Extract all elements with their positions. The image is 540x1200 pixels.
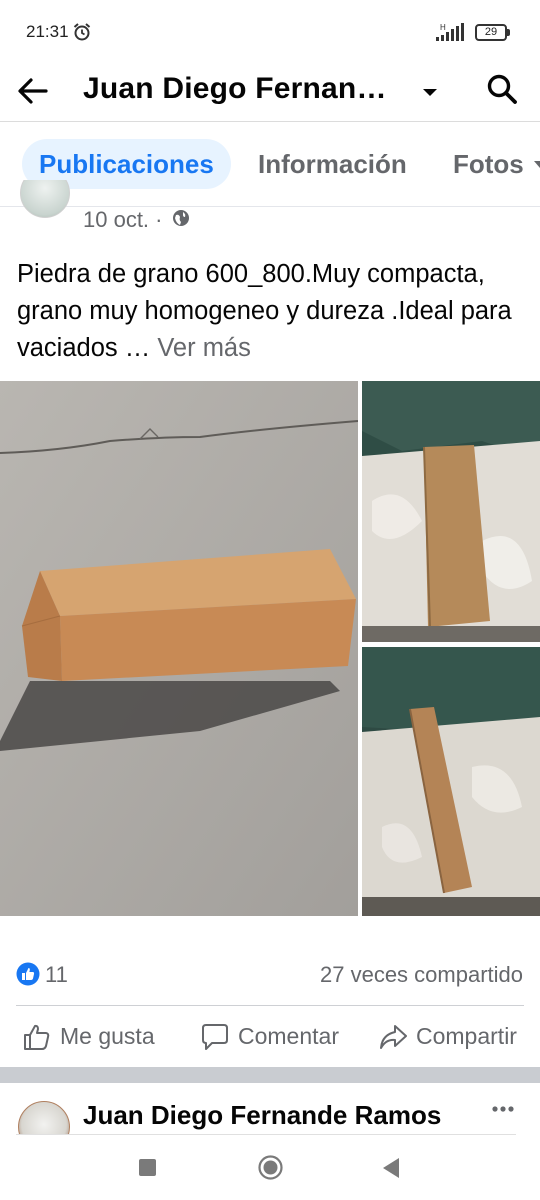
divider xyxy=(16,1005,524,1006)
like-badge-icon[interactable] xyxy=(16,962,40,986)
feed-separator xyxy=(0,1067,540,1083)
dropdown-caret-icon[interactable] xyxy=(420,82,440,102)
page-tabs: Publicaciones Información Fotos xyxy=(0,123,540,207)
home-button[interactable] xyxy=(258,1155,283,1180)
battery-level: 29 xyxy=(475,24,507,41)
next-post-author[interactable]: Juan Diego Fernande Ramos xyxy=(83,1100,441,1131)
nav-back-button[interactable] xyxy=(381,1157,401,1179)
post-timestamp[interactable]: 10 oct. · xyxy=(83,207,162,233)
stone-bar-photo xyxy=(362,381,540,642)
comment-label: Comentar xyxy=(238,1023,339,1049)
status-bar: 21:31 H 29 xyxy=(0,0,540,62)
comment-button[interactable]: Comentar xyxy=(200,1020,360,1054)
battery-tip xyxy=(507,29,510,36)
page-title: Juan Diego Fernande... xyxy=(83,72,403,105)
globe-icon xyxy=(173,210,189,226)
share-label: Compartir xyxy=(416,1023,517,1049)
stone-block-photo xyxy=(0,381,358,916)
signal-icon: H xyxy=(436,23,464,41)
thumbs-up-icon xyxy=(24,1024,50,1050)
post-text: Piedra de grano 600_800.Muy compacta, gr… xyxy=(17,260,512,362)
page-header: Juan Diego Fernande... xyxy=(0,62,540,122)
share-count[interactable]: 27 veces compartido xyxy=(320,962,523,988)
share-button[interactable]: Compartir xyxy=(378,1020,538,1054)
back-arrow-icon[interactable] xyxy=(16,74,50,108)
system-nav-bar xyxy=(0,1136,540,1200)
tab-fotos[interactable]: Fotos xyxy=(453,139,524,189)
tab-informacion[interactable]: Información xyxy=(258,139,407,189)
alarm-icon xyxy=(73,23,91,41)
more-dots-icon[interactable] xyxy=(491,1103,515,1115)
share-arrow-icon xyxy=(380,1025,407,1049)
network-type-label: H xyxy=(440,23,446,32)
next-post-avatar[interactable] xyxy=(18,1101,70,1135)
like-button[interactable]: Me gusta xyxy=(22,1020,172,1054)
chevron-down-icon[interactable] xyxy=(532,157,540,171)
post-photo-main[interactable] xyxy=(0,381,358,916)
divider xyxy=(16,1134,516,1135)
comment-icon xyxy=(202,1024,228,1050)
post-photo-2[interactable] xyxy=(362,381,540,642)
recents-button[interactable] xyxy=(139,1159,156,1176)
search-icon[interactable] xyxy=(484,71,520,107)
stone-bar-photo-2 xyxy=(362,647,540,916)
like-label: Me gusta xyxy=(60,1023,155,1049)
post-photo-3[interactable] xyxy=(362,647,540,916)
author-avatar[interactable] xyxy=(20,180,70,220)
battery-icon: 29 xyxy=(475,24,511,41)
see-more-link[interactable]: Ver más xyxy=(157,334,251,362)
post-message: Piedra de grano 600_800.Muy compacta, gr… xyxy=(17,256,522,367)
status-time: 21:31 xyxy=(26,22,69,41)
like-count[interactable]: 11 xyxy=(45,962,68,988)
